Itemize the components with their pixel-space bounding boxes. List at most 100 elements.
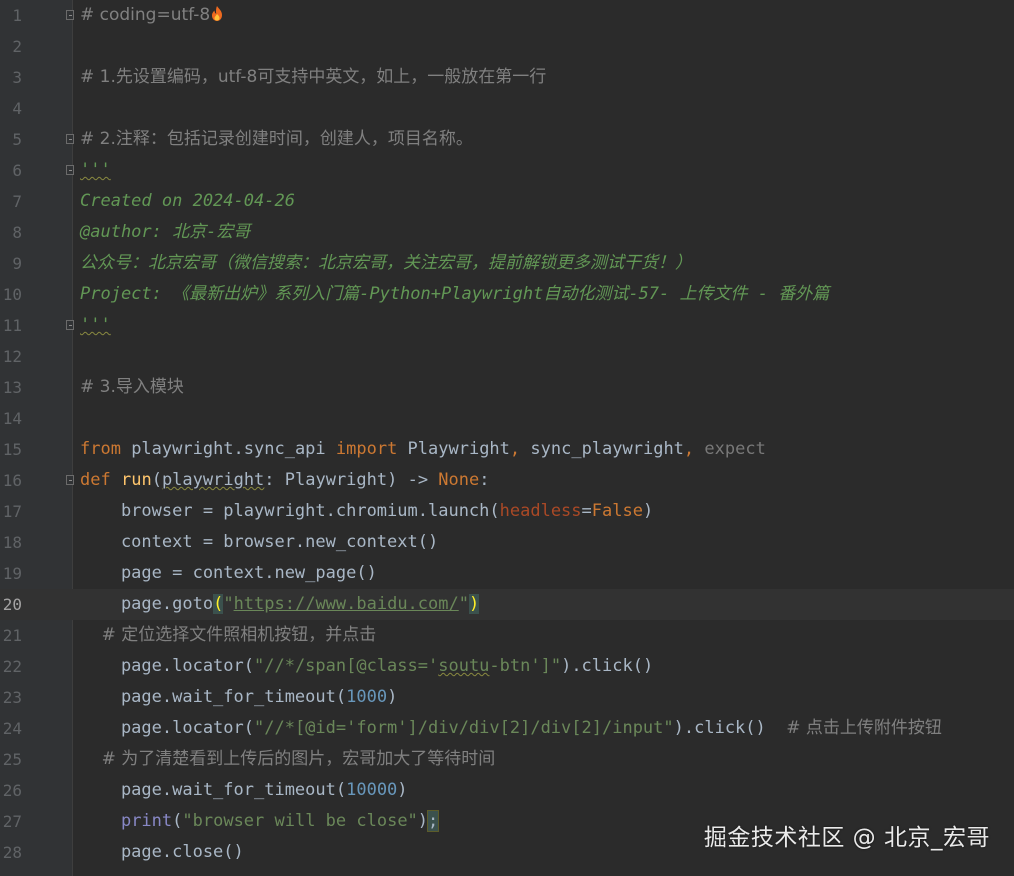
code-token: "//*[@id='form']/div/div[2]/div[2]/input… bbox=[254, 718, 674, 738]
line-number: 20 bbox=[2, 595, 22, 614]
code-token: "//*/span[@class=' bbox=[254, 656, 439, 676]
code-line[interactable]: 21 # 定位选择文件照相机按钮，并点击 bbox=[0, 620, 1014, 651]
code-line[interactable]: 11 ''' bbox=[0, 310, 1014, 341]
code-token: page.wait_for_timeout( bbox=[80, 687, 347, 707]
code-text: ''' bbox=[80, 310, 111, 341]
code-token: ) bbox=[397, 780, 408, 800]
code-line[interactable]: 10 Project: 《最新出炉》系列入门篇-Python+Playwright… bbox=[0, 279, 1014, 310]
code-line[interactable]: 4 bbox=[0, 93, 1014, 124]
code-line[interactable]: 23 page.wait_for_timeout(1000) bbox=[0, 682, 1014, 713]
code-token: https://www.baidu.com/ bbox=[233, 594, 459, 614]
code-text: from playwright.sync_api import Playwrig… bbox=[80, 434, 766, 465]
code-token: print bbox=[120, 811, 173, 831]
code-token: ) bbox=[642, 501, 654, 521]
code-line[interactable]: 22 page.locator("//*/span[@class='soutu-… bbox=[0, 651, 1014, 682]
code-token: soutu bbox=[438, 656, 490, 676]
code-token: -btn']" bbox=[489, 656, 562, 676]
code-line[interactable]: 12 bbox=[0, 341, 1014, 372]
line-number: 13 bbox=[2, 378, 22, 397]
code-token: : bbox=[479, 470, 490, 490]
code-line[interactable]: 9 公众号：北京宏哥（微信搜索：北京宏哥，关注宏哥，提前解锁更多测试干货！） bbox=[0, 248, 1014, 279]
line-number: 22 bbox=[2, 657, 22, 676]
code-token: ''' bbox=[80, 160, 111, 180]
code-token: Playwright bbox=[397, 439, 510, 459]
code-token: False bbox=[591, 501, 643, 521]
code-text: page.locator("//*[@id='form']/div/div[2]… bbox=[80, 713, 942, 744]
code-line[interactable]: 24 page.locator("//*[@id='form']/div/div… bbox=[0, 713, 1014, 744]
code-text: # 1.先设置编码，utf-8可支持中英文，如上，一般放在第一行 bbox=[80, 62, 546, 93]
code-token: page.locator( bbox=[80, 656, 254, 676]
fold-toggle-icon[interactable] bbox=[66, 165, 74, 175]
code-token: # 为了清楚看到上传后的图片，宏哥加大了等待时间 bbox=[80, 749, 496, 769]
fold-toggle-icon[interactable] bbox=[66, 10, 74, 20]
fold-toggle-icon[interactable] bbox=[66, 320, 74, 330]
code-editor[interactable]: 1 # coding=utf-8 2 3 # 1.先设置编码，utf-8可支持中英文，如… bbox=[0, 0, 1014, 876]
line-number: 16 bbox=[2, 471, 22, 490]
line-number: 27 bbox=[2, 812, 22, 831]
code-line[interactable]: 14 bbox=[0, 403, 1014, 434]
code-token: def bbox=[80, 470, 111, 490]
code-line[interactable]: 3 # 1.先设置编码，utf-8可支持中英文，如上，一般放在第一行 bbox=[0, 62, 1014, 93]
code-line[interactable]: 2 bbox=[0, 31, 1014, 62]
code-token: 1000 bbox=[346, 687, 388, 707]
code-token: import bbox=[335, 439, 398, 459]
code-token: page.close() bbox=[80, 842, 244, 862]
code-text: page.close() bbox=[80, 837, 244, 868]
code-token: playwright.sync_api bbox=[120, 439, 336, 459]
line-number: 24 bbox=[2, 719, 22, 738]
line-number: 17 bbox=[2, 502, 22, 521]
code-line[interactable]: 13 # 3.导入模块 bbox=[0, 372, 1014, 403]
code-token: context = browser.new_context() bbox=[80, 532, 439, 552]
line-number: 26 bbox=[2, 781, 22, 800]
code-line[interactable]: 19 page = context.new_page() bbox=[0, 558, 1014, 589]
line-number: 28 bbox=[2, 843, 22, 862]
code-line[interactable]: 6 ''' bbox=[0, 155, 1014, 186]
code-line[interactable]: 1 # coding=utf-8 bbox=[0, 0, 1014, 31]
code-token: run bbox=[120, 470, 152, 490]
code-line[interactable]: 8 @author: 北京-宏哥 bbox=[0, 217, 1014, 248]
code-token: headless bbox=[499, 501, 582, 521]
code-text: # 为了清楚看到上传后的图片，宏哥加大了等待时间 bbox=[80, 744, 496, 775]
code-token: @author: 北京-宏哥 bbox=[80, 222, 251, 242]
code-line[interactable]: 17 browser = playwright.chromium.launch(… bbox=[0, 496, 1014, 527]
code-text: page.locator("//*/span[@class='soutu-btn… bbox=[80, 651, 653, 682]
code-text: Project: 《最新出炉》系列入门篇-Python+Playwright自动… bbox=[80, 279, 829, 310]
code-token: ( bbox=[151, 470, 162, 490]
code-line[interactable]: 5 # 2.注释：包括记录创建时间，创建人，项目名称。 bbox=[0, 124, 1014, 155]
line-number: 25 bbox=[2, 750, 22, 769]
code-token: playwright bbox=[161, 470, 265, 490]
code-token: # 2.注释：包括记录创建时间，创建人，项目名称。 bbox=[80, 129, 473, 149]
code-text: browser = playwright.chromium.launch(hea… bbox=[80, 496, 653, 527]
code-line[interactable]: 25 # 为了清楚看到上传后的图片，宏哥加大了等待时间 bbox=[0, 744, 1014, 775]
code-line[interactable]: 18 context = browser.new_context() bbox=[0, 527, 1014, 558]
code-text: # 3.导入模块 bbox=[80, 372, 184, 403]
code-line[interactable]: 7 Created on 2024-04-26 bbox=[0, 186, 1014, 217]
fold-toggle-icon[interactable] bbox=[66, 134, 74, 144]
code-text: print("browser will be close"); bbox=[80, 806, 440, 837]
code-token: # 定位选择文件照相机按钮，并点击 bbox=[80, 625, 377, 645]
watermark: 掘金技术社区 @ 北京_宏哥 bbox=[703, 825, 990, 851]
line-number: 19 bbox=[2, 564, 22, 583]
line-number: 23 bbox=[2, 688, 22, 707]
code-text: Created on 2024-04-26 bbox=[80, 186, 295, 217]
code-text: page.wait_for_timeout(1000) bbox=[80, 682, 397, 713]
code-line[interactable]: 15 from playwright.sync_api import Playwr… bbox=[0, 434, 1014, 465]
code-token: " bbox=[223, 594, 234, 614]
code-text: context = browser.new_context() bbox=[80, 527, 438, 558]
fold-toggle-icon[interactable] bbox=[66, 475, 74, 485]
code-line[interactable]: 26 page.wait_for_timeout(10000) bbox=[0, 775, 1014, 806]
line-number: 15 bbox=[2, 440, 22, 459]
code-token: from bbox=[80, 439, 121, 459]
line-number: 2 bbox=[12, 37, 22, 56]
code-token: page.locator( bbox=[80, 718, 254, 738]
line-number: 8 bbox=[12, 223, 22, 242]
code-token: ''' bbox=[80, 315, 111, 335]
code-token: = bbox=[581, 501, 592, 521]
code-line[interactable]: 16 def run(playwright: Playwright) -> Non… bbox=[0, 465, 1014, 496]
code-token: : Playwright) -> bbox=[264, 470, 439, 490]
code-token: browser = playwright.chromium.launch( bbox=[80, 501, 500, 521]
line-number: 7 bbox=[12, 192, 22, 211]
code-token: ) bbox=[417, 811, 429, 831]
code-line[interactable]: 20 page.goto("https://www.baidu.com/") bbox=[0, 589, 1014, 620]
